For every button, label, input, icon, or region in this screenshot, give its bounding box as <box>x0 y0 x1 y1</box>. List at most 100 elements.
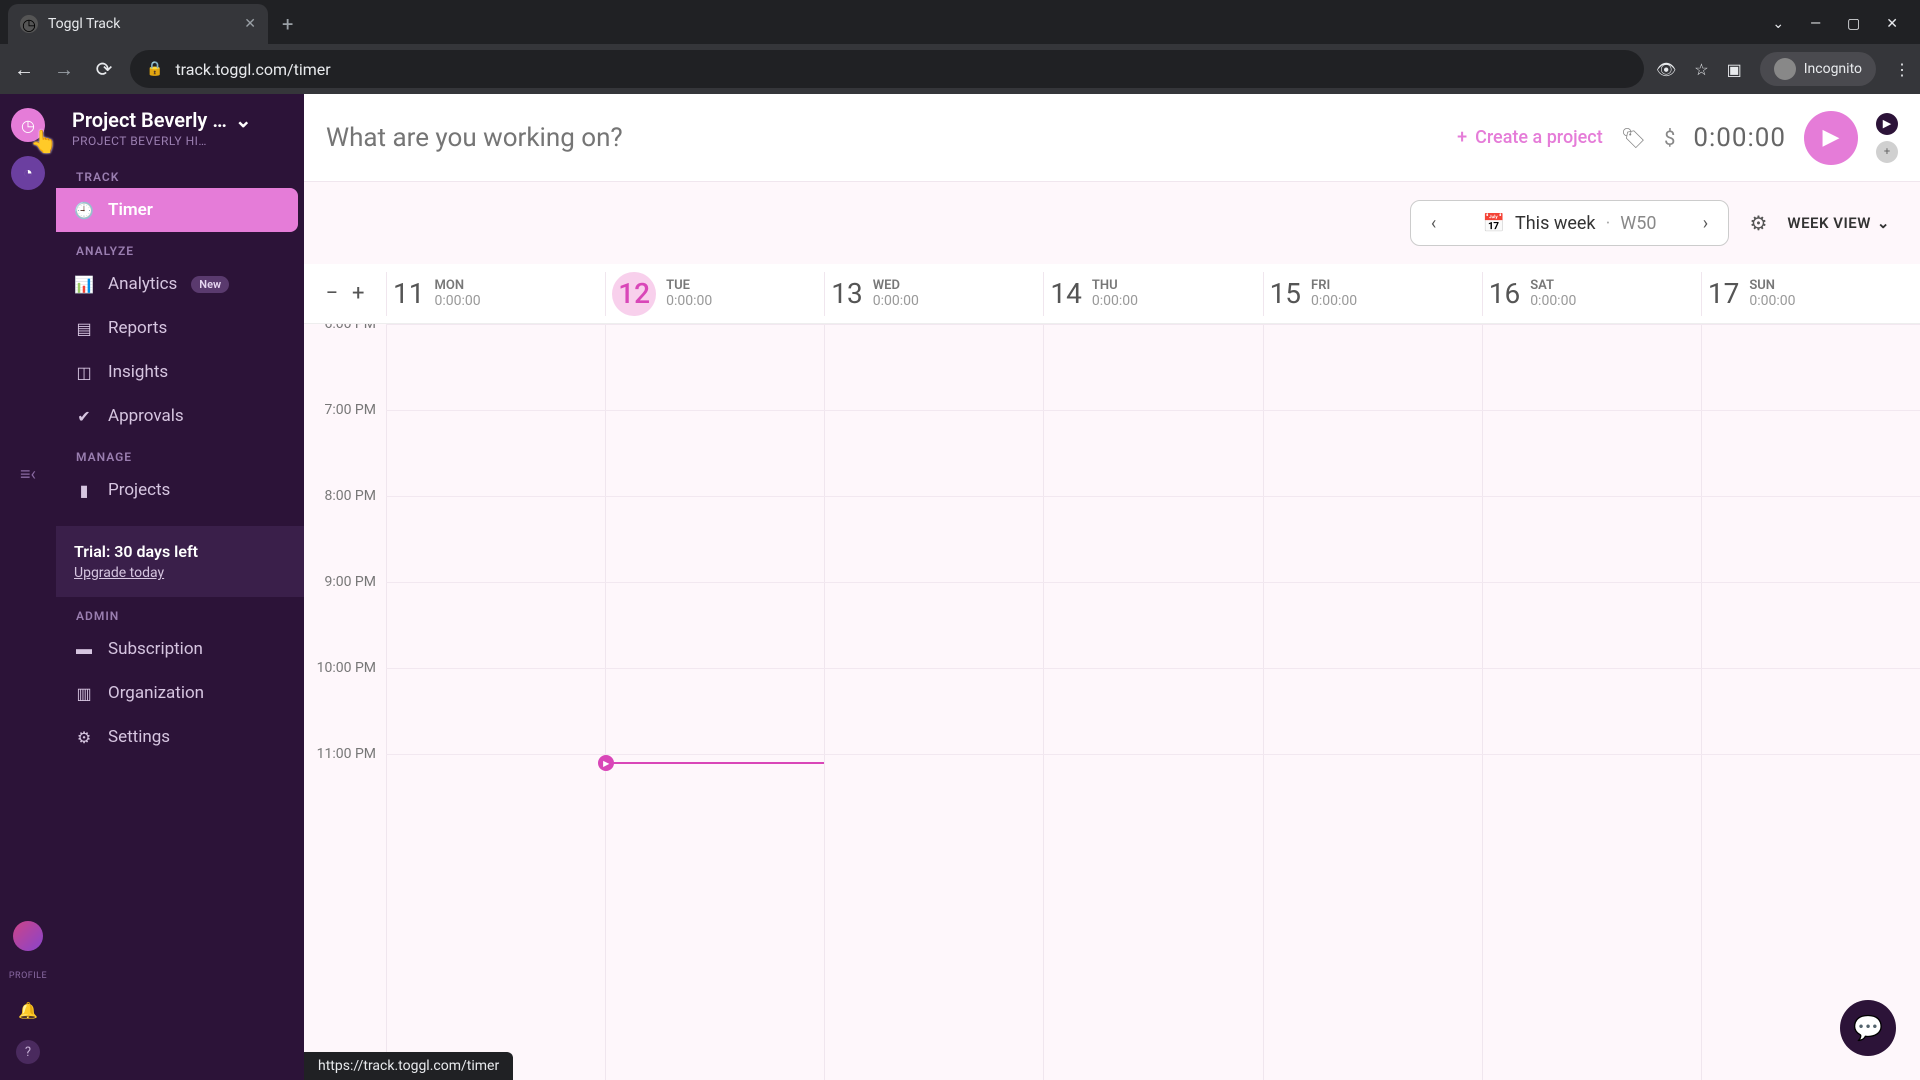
manual-mode-button[interactable]: + <box>1876 141 1898 163</box>
lock-icon: 🔒 <box>146 61 163 77</box>
main-content: + Create a project 🏷 $ 0:00:00 ▶ ▶ + ‹ 📅… <box>304 94 1920 1080</box>
timer-value[interactable]: 0:00:00 <box>1693 123 1786 153</box>
create-project-label: Create a project <box>1475 127 1603 148</box>
close-window-icon[interactable]: ✕ <box>1886 16 1898 32</box>
day-of-week: WED <box>873 278 919 293</box>
day-column[interactable] <box>1263 324 1482 1080</box>
timer-mode-button[interactable]: ▶ <box>1876 113 1898 135</box>
create-project-button[interactable]: + Create a project <box>1457 127 1603 148</box>
card-icon: ▬ <box>74 639 94 659</box>
panel-icon[interactable]: ▣ <box>1727 60 1742 79</box>
time-label: 6:00 PM <box>304 324 386 402</box>
incognito-badge[interactable]: Incognito <box>1760 52 1876 86</box>
timer-description-input[interactable] <box>326 123 1439 153</box>
left-rail: ◷ ◔ ≡‹ PROFILE 🔔 ? <box>0 94 56 1080</box>
sidebar-item-subscription[interactable]: ▬ Subscription <box>56 627 298 671</box>
day-header[interactable]: 17SUN0:00:00 <box>1701 272 1920 316</box>
new-tab-button[interactable]: + <box>268 12 307 36</box>
time-column: 6:00 PM7:00 PM8:00 PM9:00 PM10:00 PM11:0… <box>304 324 386 1080</box>
workspace-switcher-button[interactable]: ◷ <box>11 108 45 142</box>
zoom-in-button[interactable]: + <box>352 281 364 306</box>
address-bar[interactable]: 🔒 track.toggl.com/timer <box>130 50 1644 88</box>
chat-button[interactable]: 💬 <box>1840 1000 1896 1056</box>
bookmark-icon[interactable]: ☆ <box>1694 60 1708 79</box>
tab-strip: ◷ Toggl Track ✕ + ⌄ — ▢ ✕ <box>0 0 1920 44</box>
range-week: W50 <box>1620 213 1656 234</box>
notification-bell-icon[interactable]: 🔔 <box>18 1001 38 1020</box>
zoom-out-button[interactable]: − <box>325 281 338 306</box>
incognito-label: Incognito <box>1804 61 1862 77</box>
day-of-week: FRI <box>1311 278 1357 293</box>
sidebar-item-insights[interactable]: ◫ Insights <box>56 350 298 394</box>
day-header[interactable]: 12TUE0:00:00 <box>605 272 824 316</box>
grid-line <box>386 410 1920 411</box>
sidebar-item-projects[interactable]: ▮ Projects <box>56 468 298 512</box>
current-time-indicator <box>606 762 824 764</box>
day-header[interactable]: 15FRI0:00:00 <box>1263 272 1482 316</box>
calendar-header: − + 11MON0:00:0012TUE0:00:0013WED0:00:00… <box>304 264 1920 324</box>
url-text: track.toggl.com/timer <box>175 60 330 79</box>
date-range-button[interactable]: 📅 This week · W50 <box>1457 213 1683 234</box>
day-of-week: SUN <box>1749 278 1795 293</box>
sidebar-item-analytics[interactable]: 📊 Analytics New <box>56 262 298 306</box>
day-header[interactable]: 13WED0:00:00 <box>824 272 1043 316</box>
trial-banner: Trial: 30 days left Upgrade today <box>56 526 304 597</box>
reload-button[interactable]: ⟳ <box>90 57 118 81</box>
grid-line <box>386 668 1920 669</box>
day-column[interactable] <box>1043 324 1262 1080</box>
sidebar-item-label: Approvals <box>108 406 184 426</box>
new-badge: New <box>191 276 229 293</box>
sidebar-item-label: Insights <box>108 362 168 382</box>
day-number: 17 <box>1708 277 1739 310</box>
calendar-settings-button[interactable]: ⚙ <box>1749 211 1767 235</box>
sidebar: Project Beverly … ⌄ PROJECT BEVERLY HI… … <box>56 94 304 1080</box>
grid-line <box>386 582 1920 583</box>
insights-icon: ◫ <box>74 363 94 382</box>
grid-line <box>386 754 1920 755</box>
profile-label: PROFILE <box>9 971 47 981</box>
building-icon: ▥ <box>74 684 94 703</box>
help-icon[interactable]: ? <box>16 1040 40 1064</box>
day-header[interactable]: 11MON0:00:00 <box>386 272 605 316</box>
sidebar-item-organization[interactable]: ▥ Organization <box>56 671 298 715</box>
grid-line <box>386 324 1920 325</box>
day-column[interactable] <box>605 324 824 1080</box>
status-bar: https://track.toggl.com/timer <box>304 1052 513 1080</box>
start-timer-button[interactable]: ▶ <box>1804 111 1858 165</box>
minimize-icon[interactable]: — <box>1810 16 1821 32</box>
calendar-grid[interactable]: 6:00 PM7:00 PM8:00 PM9:00 PM10:00 PM11:0… <box>304 324 1920 1080</box>
close-icon[interactable]: ✕ <box>244 16 256 32</box>
workspace-secondary-button[interactable]: ◔ <box>11 156 45 190</box>
next-week-button[interactable]: › <box>1682 213 1728 234</box>
day-number: 15 <box>1270 277 1301 310</box>
back-button[interactable]: ← <box>10 57 38 82</box>
maximize-icon[interactable]: ▢ <box>1847 16 1860 32</box>
browser-tab[interactable]: ◷ Toggl Track ✕ <box>8 4 268 44</box>
day-column[interactable] <box>1482 324 1701 1080</box>
day-header[interactable]: 14THU0:00:00 <box>1043 272 1262 316</box>
view-selector[interactable]: WEEK VIEW ⌄ <box>1787 214 1890 232</box>
workspace-header[interactable]: Project Beverly … ⌄ PROJECT BEVERLY HI… <box>56 94 304 158</box>
avatar[interactable] <box>13 921 43 951</box>
upgrade-link[interactable]: Upgrade today <box>74 565 286 581</box>
day-column[interactable] <box>824 324 1043 1080</box>
day-of-week: SAT <box>1530 278 1576 293</box>
prev-week-button[interactable]: ‹ <box>1411 213 1457 234</box>
sidebar-item-reports[interactable]: ▤ Reports <box>56 306 298 350</box>
chevron-down-icon[interactable]: ⌄ <box>1772 16 1784 32</box>
sidebar-item-timer[interactable]: 🕘 Timer <box>56 188 298 232</box>
billable-icon[interactable]: $ <box>1664 126 1675 150</box>
sidebar-item-settings[interactable]: ⚙ Settings <box>56 715 298 759</box>
day-column[interactable] <box>1701 324 1920 1080</box>
sidebar-item-approvals[interactable]: ✔ Approvals <box>56 394 298 438</box>
day-number: 11 <box>393 277 424 310</box>
collapse-sidebar-button[interactable]: ≡‹ <box>20 464 36 485</box>
tag-icon[interactable]: 🏷 <box>1621 126 1646 150</box>
day-header[interactable]: 16SAT0:00:00 <box>1482 272 1701 316</box>
day-column[interactable] <box>386 324 605 1080</box>
forward-button[interactable]: → <box>50 57 78 82</box>
calendar: − + 11MON0:00:0012TUE0:00:0013WED0:00:00… <box>304 264 1920 1080</box>
eye-off-icon[interactable]: 👁 <box>1656 60 1676 79</box>
menu-icon[interactable]: ⋮ <box>1894 60 1910 79</box>
day-duration: 0:00:00 <box>666 293 712 309</box>
